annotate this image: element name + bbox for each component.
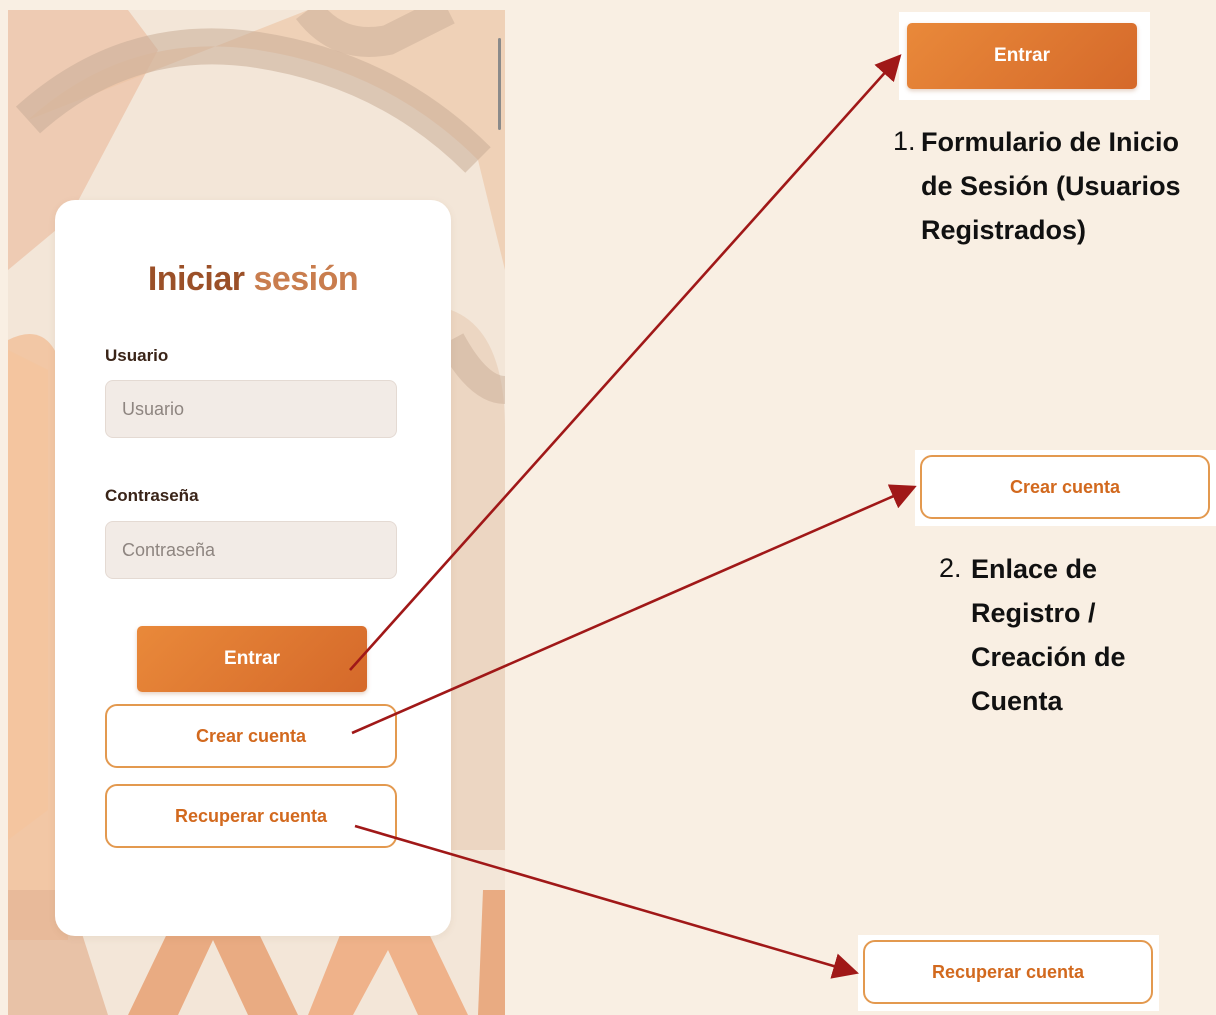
annotation-2: 2. Enlace de Registro / Creación de Cuen… bbox=[939, 553, 1199, 743]
page-title: Iniciar sesión bbox=[55, 260, 451, 299]
scrollbar[interactable] bbox=[498, 38, 501, 130]
username-input[interactable] bbox=[105, 380, 397, 438]
annotation-1-number: 1. bbox=[893, 126, 916, 156]
recover-account-button[interactable]: Recuperar cuenta bbox=[105, 784, 397, 848]
annotation-2-text: Enlace de Registro / Creación de Cuenta bbox=[971, 554, 1126, 716]
login-card: Iniciar sesión Usuario Contraseña Entrar… bbox=[55, 200, 451, 936]
callout-login-button: Entrar bbox=[899, 12, 1150, 100]
app-screenshot: Iniciar sesión Usuario Contraseña Entrar… bbox=[8, 10, 505, 1015]
title-word-1: Iniciar bbox=[147, 260, 245, 298]
login-button[interactable]: Entrar bbox=[137, 626, 367, 692]
annotation-2-number: 2. bbox=[939, 553, 962, 583]
annotation-1: 1. Formulario de Inicio de Sesión (Usuar… bbox=[893, 126, 1213, 316]
callout-create-account-image: Crear cuenta bbox=[920, 455, 1210, 519]
password-input[interactable] bbox=[105, 521, 397, 579]
callout-login-button-image: Entrar bbox=[907, 23, 1137, 89]
password-label: Contraseña bbox=[105, 486, 199, 505]
annotation-1-text: Formulario de Inicio de Sesión (Usuarios… bbox=[921, 127, 1181, 245]
callout-create-account-button: Crear cuenta bbox=[915, 450, 1216, 526]
callout-recover-account-button: Recuperar cuenta bbox=[858, 935, 1159, 1011]
create-account-button[interactable]: Crear cuenta bbox=[105, 704, 397, 768]
title-word-2: sesión bbox=[253, 260, 359, 298]
username-label: Usuario bbox=[105, 346, 169, 365]
callout-recover-account-image: Recuperar cuenta bbox=[863, 940, 1153, 1004]
